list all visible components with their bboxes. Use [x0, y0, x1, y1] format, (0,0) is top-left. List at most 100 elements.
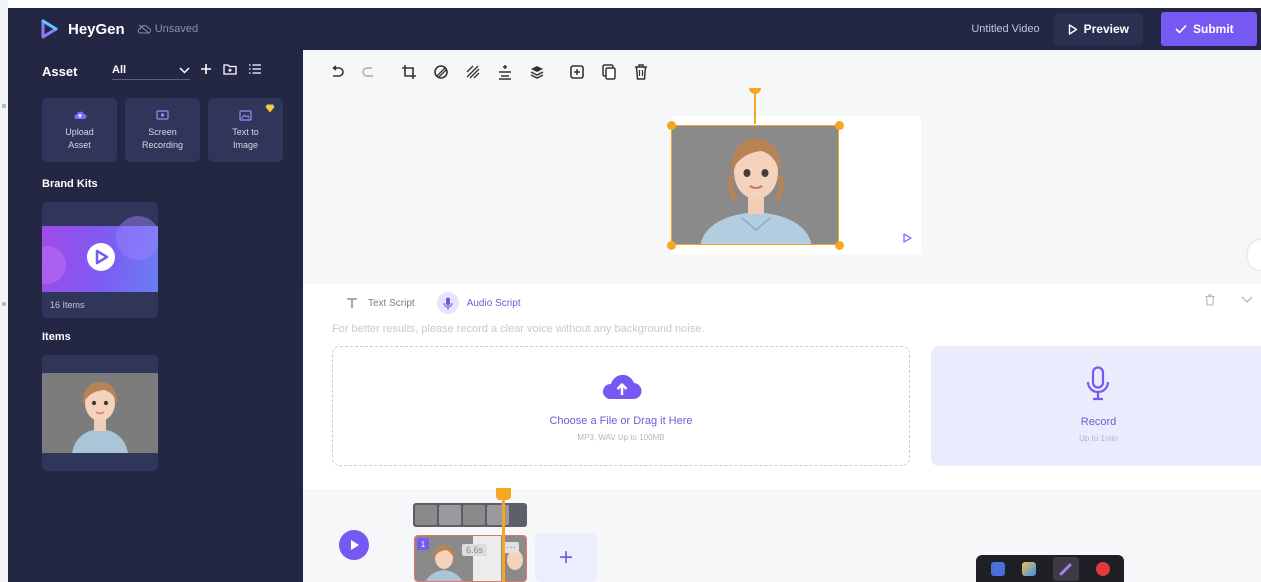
decorative-blob — [42, 246, 66, 284]
items-heading: Items — [42, 331, 71, 343]
resize-handle[interactable] — [667, 241, 676, 250]
save-status: Unsaved — [137, 23, 198, 35]
play-outline-icon — [1068, 23, 1077, 35]
preview-label: Preview — [1083, 22, 1129, 36]
submit-label: Submit — [1193, 22, 1234, 36]
brand-kit-thumbnail — [42, 216, 158, 292]
cloud-off-icon — [137, 24, 151, 34]
brand-kits-heading: Brand Kits — [42, 178, 98, 190]
record-audio-button[interactable]: Record Up to 1min — [931, 346, 1261, 466]
tile-label-line2: Image — [232, 140, 258, 150]
mask-icon[interactable] — [430, 62, 452, 82]
tile-label-line1: Text to — [232, 127, 259, 137]
scene-track[interactable] — [413, 503, 527, 527]
upload-asset-tile[interactable]: Upload Asset — [42, 98, 117, 162]
logo[interactable]: HeyGen — [38, 18, 125, 40]
chevron-down-icon — [179, 66, 190, 74]
redo-icon[interactable] — [358, 62, 380, 82]
brand-kit-count: 16 Items — [50, 300, 85, 310]
preview-button[interactable]: Preview — [1053, 13, 1143, 45]
item-card[interactable] — [42, 355, 158, 471]
track-frame — [415, 505, 437, 525]
canvas-toolbar — [326, 62, 662, 82]
heygen-logo-icon — [41, 19, 58, 39]
left-edge-strip — [0, 0, 8, 582]
list-view-icon[interactable] — [248, 63, 262, 75]
top-actions: Untitled Video Preview Submit — [971, 8, 1261, 50]
transparency-icon[interactable] — [462, 62, 484, 82]
premium-gem-icon — [265, 104, 275, 113]
add-icon[interactable] — [200, 63, 212, 75]
upload-title: Choose a File or Drag it Here — [549, 415, 693, 427]
submit-button[interactable]: Submit — [1161, 12, 1257, 46]
layers-icon[interactable] — [526, 62, 548, 82]
avatar-layer[interactable] — [671, 125, 839, 245]
delete-icon[interactable] — [630, 62, 652, 82]
recording-hint: For better results, please record a clea… — [332, 323, 705, 335]
copy-icon[interactable] — [598, 62, 620, 82]
heygen-editor: HeyGen Unsaved Untitled Video Preview Su… — [0, 0, 1261, 582]
pen-app-icon[interactable] — [1052, 556, 1079, 581]
new-folder-icon[interactable] — [223, 63, 237, 75]
canvas-area — [303, 50, 1261, 284]
rotation-line — [754, 92, 756, 124]
playhead[interactable] — [502, 490, 505, 582]
asset-title: Asset — [42, 64, 78, 79]
rotation-handle[interactable] — [749, 88, 761, 94]
clip-duration: 6.6s — [462, 544, 488, 556]
side-panel-toggle[interactable] — [1248, 240, 1261, 270]
crop-icon[interactable] — [398, 62, 420, 82]
clip-more-button[interactable]: ··· — [503, 542, 519, 553]
chevron-down-icon[interactable] — [1241, 296, 1253, 304]
video-title[interactable]: Untitled Video — [971, 23, 1039, 35]
asset-filter-value: All — [112, 64, 127, 76]
system-taskbar — [976, 555, 1124, 582]
tile-label-line1: Upload — [65, 127, 94, 137]
yandex-browser-icon[interactable] — [1095, 561, 1110, 576]
brand-kit-card[interactable]: 16 Items — [42, 202, 158, 318]
microphone-icon — [436, 292, 459, 314]
text-to-image-tile[interactable]: Text to Image — [208, 98, 283, 162]
watermark-icon — [903, 233, 912, 243]
asset-actions — [200, 63, 262, 75]
tile-label-line2: Recording — [141, 140, 184, 150]
duplicate-icon[interactable] — [566, 62, 588, 82]
avatar-thumbnail — [42, 373, 158, 453]
undo-icon[interactable] — [326, 62, 348, 82]
align-icon[interactable] — [494, 62, 516, 82]
upload-subtitle: MP3, WAV Up to 100MB — [577, 433, 665, 442]
microphone-icon — [1086, 366, 1110, 401]
track-frame — [439, 505, 461, 525]
resize-handle[interactable] — [835, 121, 844, 130]
tab-text-label: Text Script — [368, 297, 415, 309]
record-subtitle: Up to 1min — [1079, 434, 1118, 443]
timeline-play-button[interactable] — [339, 530, 369, 560]
decorative-blob — [116, 216, 158, 260]
asset-filter-select[interactable]: All — [112, 64, 190, 80]
save-status-label: Unsaved — [154, 23, 199, 35]
tab-audio-script[interactable]: Audio Script — [436, 292, 521, 314]
app-icon[interactable] — [1021, 561, 1036, 576]
screen-recording-tile[interactable]: Screen Recording — [125, 98, 200, 162]
asset-panel: Asset All Upload Asset Screen Recording … — [8, 50, 303, 582]
upload-cloud-icon — [602, 374, 642, 400]
edge-marker — [2, 302, 6, 306]
track-frame — [463, 505, 485, 525]
text-icon — [347, 298, 357, 308]
add-scene-button[interactable]: + — [535, 533, 597, 582]
brand-name: HeyGen — [68, 20, 125, 38]
resize-handle[interactable] — [667, 121, 676, 130]
tab-audio-label: Audio Script — [466, 297, 521, 309]
audio-dropzone[interactable]: Choose a File or Drag it Here MP3, WAV U… — [332, 346, 910, 466]
scene-clip[interactable]: 1 6.6s ··· — [414, 535, 527, 582]
check-icon — [1175, 24, 1187, 34]
image-icon — [239, 108, 253, 122]
tab-text-script[interactable]: Text Script — [346, 297, 415, 309]
play-icon — [350, 540, 359, 550]
script-tabs: Text Script Audio Script — [346, 292, 543, 314]
trash-icon[interactable] — [1205, 294, 1215, 306]
playhead-handle[interactable] — [496, 488, 511, 500]
teams-icon[interactable] — [990, 561, 1005, 576]
resize-handle[interactable] — [835, 241, 844, 250]
screen-record-icon — [156, 108, 170, 122]
